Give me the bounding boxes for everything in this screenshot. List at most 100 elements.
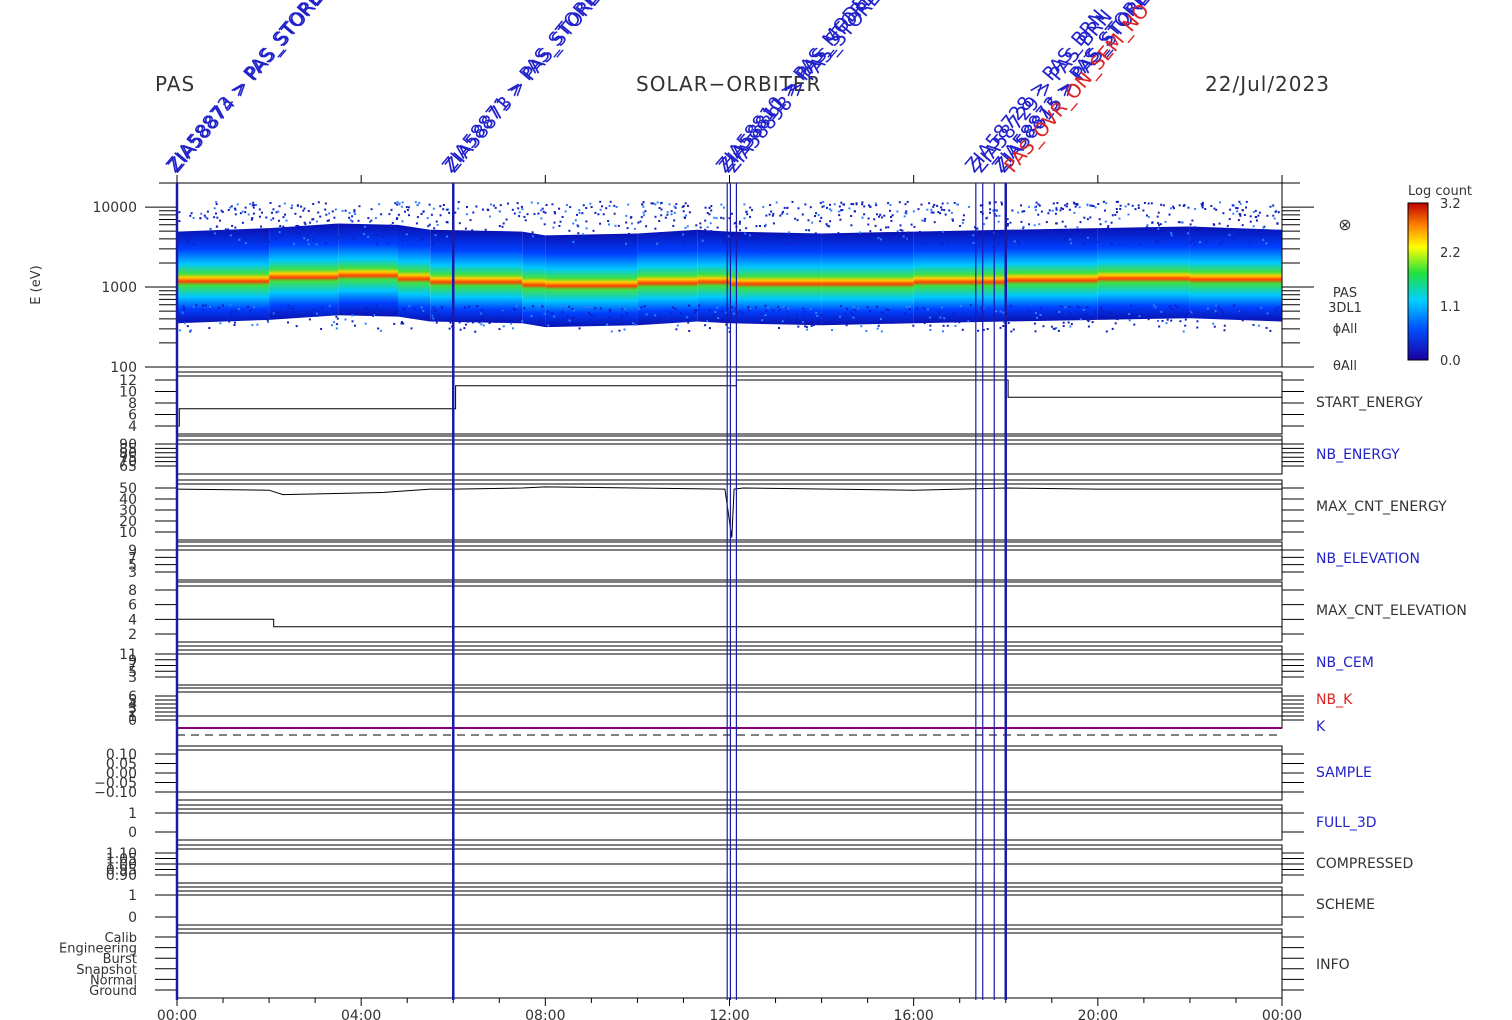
spectrogram-pixel [213, 216, 216, 219]
spectrogram-pixel [1012, 328, 1015, 331]
spectrogram-pixel [1088, 318, 1091, 321]
spectrogram-pixel [1221, 241, 1224, 244]
spectrogram-pixel [1009, 221, 1012, 224]
spectrogram-pixel [317, 211, 320, 214]
spectrogram-pixel [344, 318, 347, 321]
spectrogram-pixel [988, 202, 991, 205]
spectrogram-pixel [875, 305, 878, 308]
spectrogram-pixel [940, 208, 943, 211]
spectrogram-pixel [710, 230, 713, 233]
spectrogram-pixel [852, 316, 855, 319]
spectrogram-pixel [708, 309, 711, 311]
spectrogram-pixel [319, 215, 322, 218]
spectrogram-pixel [1184, 318, 1187, 321]
spectrogram-pixel [570, 317, 573, 320]
spectrogram-pixel [437, 316, 440, 319]
spectrogram-pixel [540, 209, 543, 212]
spectrogram-pixel [463, 327, 466, 330]
spectrogram-pixel [1203, 315, 1206, 318]
spectrogram-pixel [1027, 310, 1030, 313]
spectrogram-pixel [247, 213, 250, 216]
spectrogram-pixel [1097, 203, 1100, 205]
spectrogram-pixel [1257, 214, 1260, 217]
spectrogram-pixel [610, 330, 613, 333]
spectrogram-pixel [879, 213, 882, 216]
spectrogram-pixel [868, 317, 870, 320]
spectrogram-pixel [883, 214, 886, 217]
spectrogram-pixel [358, 225, 361, 228]
spectrogram-pixel [518, 211, 521, 214]
spectrogram-pixel [244, 211, 247, 214]
spectrogram-pixel [802, 321, 804, 324]
spectrogram-pixel [1110, 221, 1113, 224]
spectrogram-pixel [771, 214, 774, 217]
spectrogram-pixel [608, 316, 611, 319]
spectrogram-pixel [923, 219, 926, 222]
spectrogram-band-segment [821, 231, 914, 326]
spectrogram-pixel [1232, 212, 1235, 215]
spectrogram-pixel [1228, 218, 1231, 221]
spectrogram-pixel [764, 223, 767, 226]
spectrogram-pixel [1100, 307, 1103, 309]
spectrogram-pixel [250, 218, 253, 221]
spectrogram-pixel [747, 306, 750, 308]
spectrogram-pixel [466, 206, 468, 208]
spectrogram-pixel [395, 218, 398, 220]
spectrogram-pixel [1020, 220, 1023, 223]
spectrogram-pixel [701, 233, 704, 236]
spectrogram-pixel [712, 313, 715, 316]
spectrogram-pixel [1007, 322, 1010, 324]
spectrogram-pixel [833, 203, 836, 206]
spectrogram-pixel [1212, 322, 1215, 325]
spectrogram-pixel [467, 305, 470, 308]
spectrogram-pixel [1069, 325, 1072, 328]
spectrogram-pixel [592, 229, 595, 232]
spectrogram-pixel [877, 324, 880, 327]
spectrogram-pixel [782, 210, 784, 213]
spectrogram-pixel [492, 204, 495, 207]
spectrogram-pixel [1073, 202, 1076, 205]
spectrogram-pixel [738, 310, 741, 313]
spectrogram-pixel [613, 204, 616, 207]
spectrogram-pixel [1155, 232, 1158, 235]
spectrogram-pixel [402, 307, 405, 310]
spectrogram-pixel [296, 230, 298, 233]
spectrogram-pixel [1133, 323, 1136, 326]
spectrogram-pixel [328, 304, 331, 307]
spectrogram-pixel [932, 211, 935, 214]
spectrogram-pixel [259, 239, 262, 242]
spectrogram-pixel [1176, 306, 1179, 309]
panel-name-label: MAX_CNT_ELEVATION [1316, 603, 1467, 619]
spectrogram-pixel [684, 202, 687, 205]
spectrogram-pixel [1157, 227, 1160, 230]
spectrogram-pixel [759, 225, 761, 227]
spectrogram-pixel [796, 313, 799, 316]
spectrogram-pixel [609, 308, 611, 311]
time-tick-label: 04:00 [341, 1008, 381, 1020]
spectrogram-pixel [839, 305, 842, 308]
spectrogram-pixel [241, 210, 244, 213]
spectrogram-pixel [518, 215, 521, 218]
spectrogram-pixel [917, 208, 920, 211]
spectrogram-pixel [215, 201, 218, 204]
spectrogram-band-segment [697, 229, 730, 324]
spectrogram-pixel [435, 321, 438, 324]
spectrogram-pixel [433, 227, 436, 230]
spectrogram-pixel [1094, 206, 1097, 209]
spectrogram-pixel [881, 311, 884, 314]
spectrogram-pixel [530, 315, 533, 318]
spectrogram-pixel [402, 322, 405, 325]
spectrogram-pixel [181, 311, 184, 314]
spectrogram-pixel [543, 312, 546, 315]
spectrogram-pixel [1196, 315, 1199, 318]
spectrogram-pixel [876, 213, 878, 216]
spectrogram-pixel [640, 216, 643, 219]
spectrogram-pixel [358, 205, 361, 208]
panel-tick-label: −0.10 [94, 785, 137, 801]
spectrogram-pixel [341, 209, 344, 212]
spectrogram-pixel [1266, 214, 1269, 217]
colorbar [1407, 202, 1429, 361]
spectrogram-pixel [839, 218, 842, 221]
spectrogram-pixel [217, 306, 220, 309]
spectrogram-pixel [1272, 214, 1275, 217]
